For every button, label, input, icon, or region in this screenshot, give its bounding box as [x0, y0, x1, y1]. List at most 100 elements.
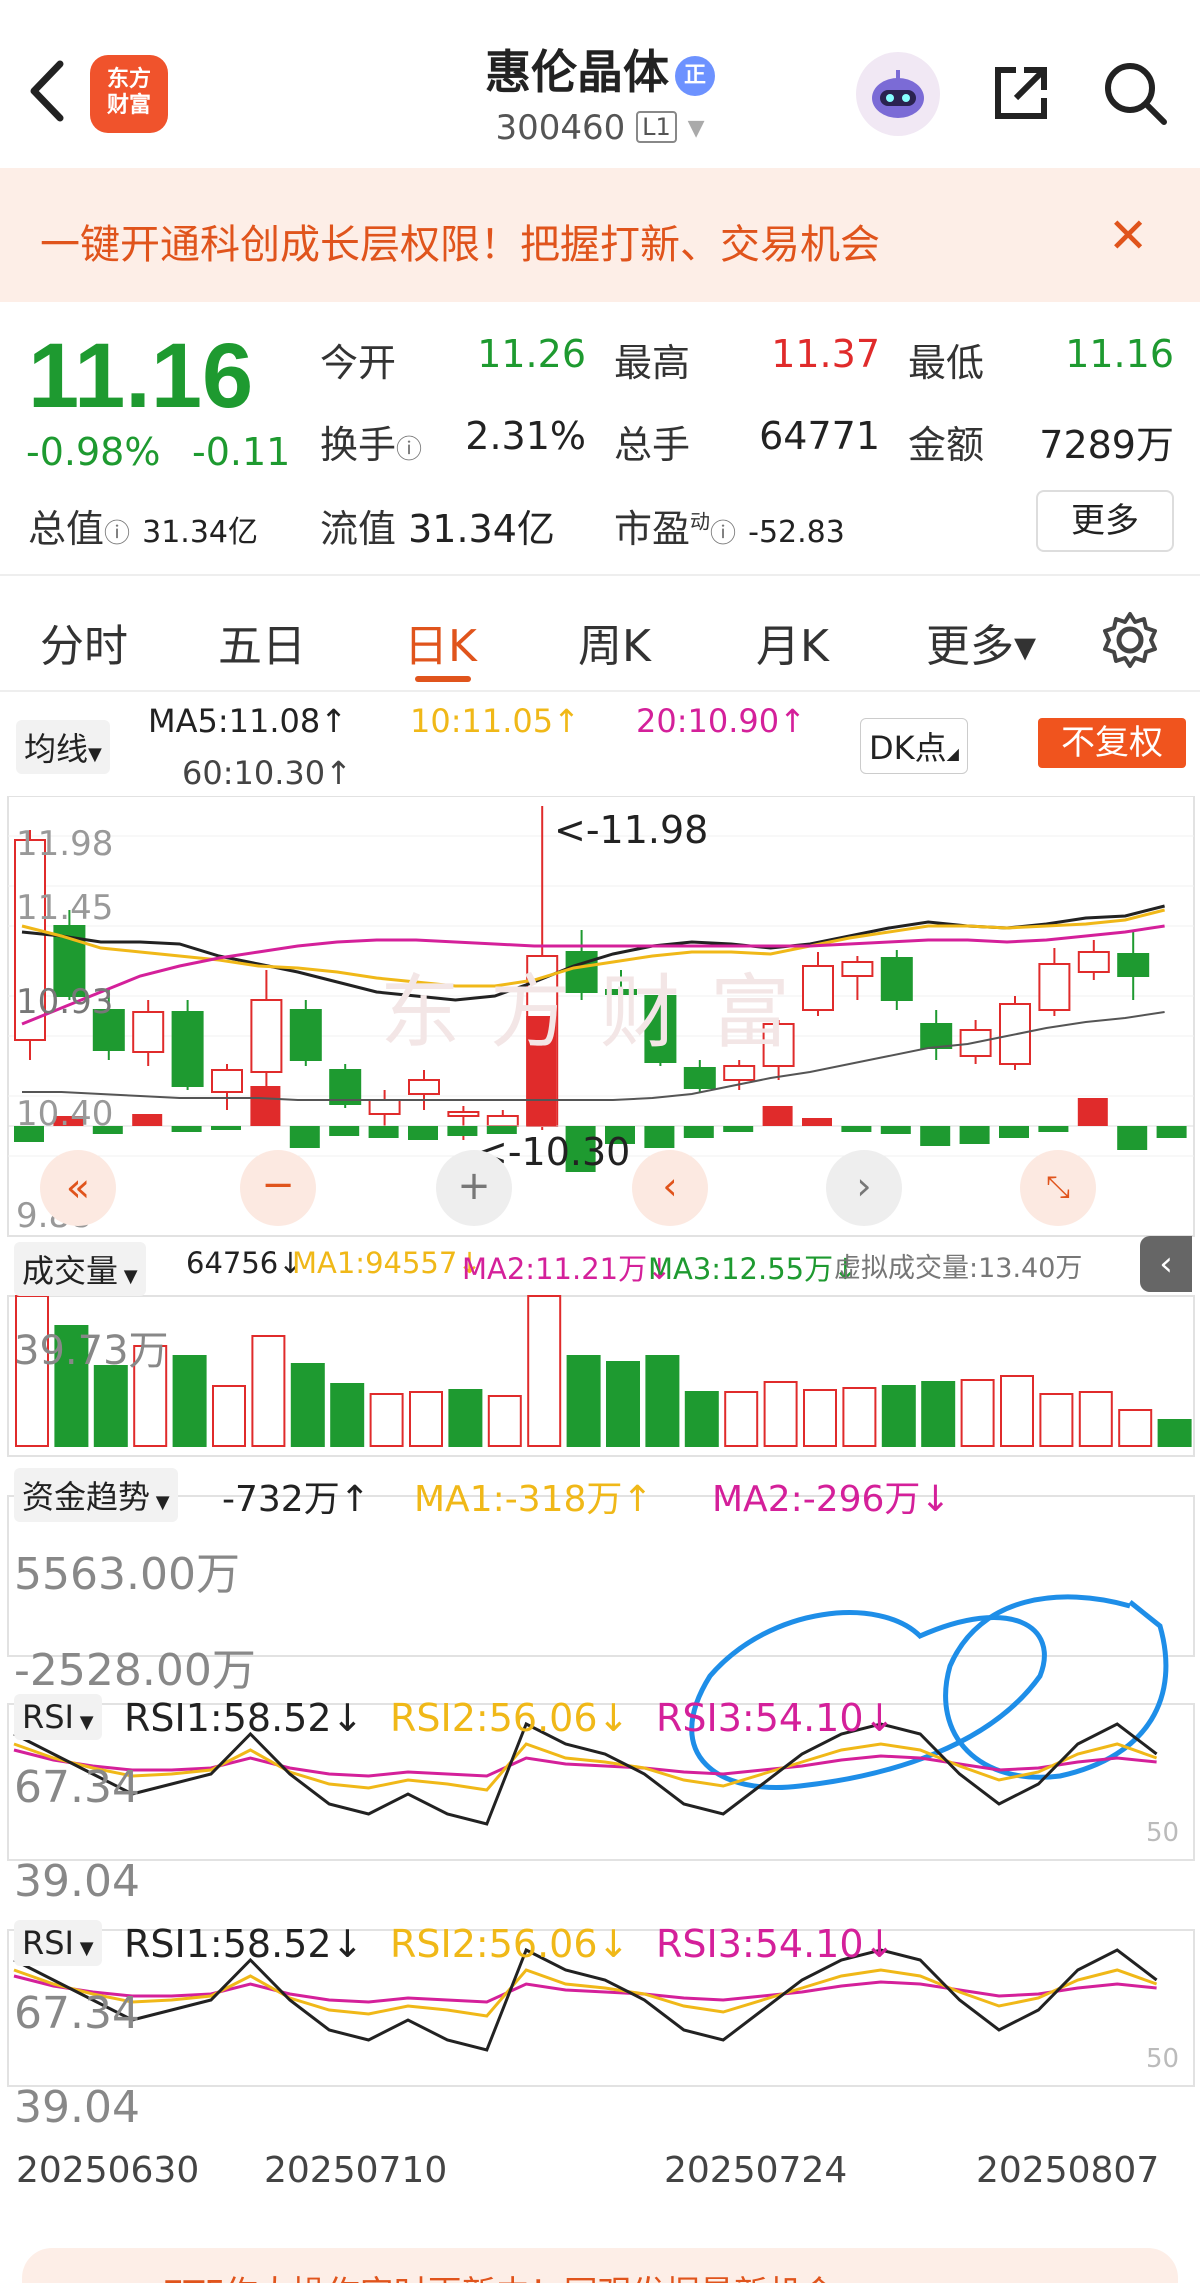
- dropdown-arrow-icon: ▼: [687, 116, 705, 141]
- price-axis-tick: 10.40: [16, 1094, 114, 1134]
- dk-point-toggle[interactable]: DK点◢: [860, 718, 968, 774]
- collapse-panel-icon[interactable]: ‹: [1140, 1236, 1192, 1292]
- volume-selector[interactable]: 成交量 ▼: [14, 1242, 146, 1296]
- volume-bar: [1157, 1419, 1192, 1447]
- scroll-left-fast-icon[interactable]: «: [40, 1150, 116, 1226]
- volume-bar: [921, 1381, 956, 1447]
- scroll-right-icon[interactable]: ›: [826, 1150, 902, 1226]
- rsi-axis-min: 39.04: [14, 1856, 140, 1907]
- volume-bar: [330, 1383, 365, 1447]
- ma-selector[interactable]: 均线▼: [16, 720, 110, 774]
- volume-bar: [527, 1295, 562, 1447]
- dropdown-arrow-icon: ▼: [73, 1938, 94, 1959]
- candle-body: [368, 1099, 401, 1115]
- zoom-out-icon[interactable]: −: [240, 1150, 316, 1226]
- price-axis-max: 11.98: [16, 824, 114, 864]
- rsi-axis-max: 67.34: [14, 1762, 140, 1813]
- fund-ma2: MA2:-296万↓: [712, 1479, 951, 1520]
- fund-bar: [762, 1106, 793, 1126]
- ai-assistant-icon[interactable]: [856, 52, 940, 136]
- pe-label: 市盈动ⓘ -52.83: [614, 498, 845, 553]
- rsi-selector-label: RSI: [22, 1924, 74, 1962]
- high-value: 11.37: [771, 332, 880, 376]
- candlesticks: [8, 806, 1194, 1447]
- tab-daily-k[interactable]: 日K: [404, 610, 477, 674]
- fund-bar: [132, 1114, 163, 1126]
- volume-bar: [212, 1385, 246, 1447]
- fund-bar: [289, 1126, 320, 1148]
- info-icon[interactable]: ⓘ: [710, 519, 736, 549]
- scroll-left-icon[interactable]: ‹: [632, 1150, 708, 1226]
- volume-bar: [290, 1363, 325, 1447]
- rsi-axis-mid: 50: [1146, 1818, 1180, 1848]
- rsi-legend-2: RSI ▼ RSI1:58.52↓ RSI2:56.06↓ RSI3:54.10…: [0, 1914, 1200, 1970]
- candle-body: [447, 1111, 480, 1117]
- rsi-selector[interactable]: RSI ▼: [14, 1694, 102, 1740]
- tab-more[interactable]: 更多▾: [926, 610, 1036, 674]
- promo-banner[interactable]: 一键开通科创成长层权限！把握打新、交易机会 ✕: [0, 168, 1200, 302]
- info-icon[interactable]: ⓘ: [396, 435, 422, 465]
- low-value: 11.16: [1065, 332, 1174, 376]
- volume-bar: [645, 1355, 680, 1447]
- zoom-in-icon[interactable]: +: [436, 1150, 512, 1226]
- gear-icon[interactable]: [1098, 608, 1162, 672]
- info-icon[interactable]: ⓘ: [104, 519, 130, 549]
- close-icon[interactable]: ✕: [1108, 212, 1148, 260]
- divider: [0, 690, 1200, 692]
- search-icon[interactable]: [1098, 56, 1172, 130]
- bottom-promo-text: ETF作大操作实时更新中！同观发掘最新机会: [162, 2266, 836, 2283]
- tab-monthly-k[interactable]: 月K: [756, 610, 829, 674]
- high-marker: <-11.98: [554, 808, 709, 852]
- fund-bar: [408, 1126, 438, 1140]
- more-button[interactable]: 更多: [1036, 490, 1174, 552]
- fund-bar: [644, 1126, 675, 1148]
- rsi-axis-mid: 50: [1146, 2044, 1180, 2074]
- share-icon[interactable]: [984, 56, 1058, 130]
- fund-bar: [841, 1126, 872, 1132]
- volume-bar: [881, 1385, 916, 1447]
- fund-bar: [920, 1126, 951, 1146]
- tab-five-day[interactable]: 五日: [218, 610, 306, 674]
- open-value: 11.26: [477, 332, 586, 376]
- fund-bar: [959, 1126, 990, 1144]
- fund-bar: [1117, 1126, 1148, 1150]
- date-label: 20250630: [16, 2150, 200, 2191]
- fund-bar: [1156, 1126, 1187, 1138]
- rsi-legend: RSI ▼ RSI1:58.52↓ RSI2:56.06↓ RSI3:54.10…: [0, 1688, 1200, 1744]
- change-percent: -0.98%: [26, 430, 161, 474]
- volume-bar: [566, 1355, 601, 1447]
- bottom-promo[interactable]: ETF作大操作实时更新中！同观发掘最新机会: [22, 2248, 1178, 2283]
- rsi1-value: RSI1:58.52↓: [124, 1696, 364, 1740]
- fullscreen-icon[interactable]: ⤡: [1020, 1150, 1096, 1226]
- candle-body: [289, 1009, 322, 1061]
- tab-weekly-k[interactable]: 周K: [578, 610, 651, 674]
- promo-text[interactable]: 一键开通科创成长层权限！把握打新、交易机会: [40, 212, 880, 270]
- fund-current: -732万↑: [222, 1479, 370, 1520]
- adjust-button[interactable]: 不复权: [1038, 718, 1186, 768]
- volume-bar: [842, 1387, 877, 1447]
- fund-selector[interactable]: 资金趋势 ▼: [14, 1468, 178, 1522]
- dropdown-arrow-icon: ▼: [150, 1492, 170, 1513]
- volume-bar: [1000, 1375, 1034, 1447]
- rsi2-value: RSI2:56.06↓: [390, 1922, 630, 1966]
- low-label: 最低: [908, 341, 985, 385]
- volume-bar: [487, 1395, 522, 1447]
- candle-body: [841, 961, 874, 977]
- fund-bar: [211, 1126, 241, 1130]
- rsi-selector[interactable]: RSI ▼: [14, 1920, 102, 1966]
- pe-value: -52.83: [748, 515, 845, 550]
- dropdown-arrow-icon: ▼: [88, 744, 102, 765]
- float-label-text: 流值: [320, 507, 397, 551]
- quote-panel: 11.16 -0.98% -0.11 今开 11.26 最高 11.37 最低 …: [0, 302, 1200, 574]
- tab-intraday[interactable]: 分时: [40, 610, 128, 674]
- candle-body: [920, 1023, 953, 1049]
- ma10-value: 10:11.05↑: [410, 702, 580, 740]
- volume-bar: [1078, 1391, 1113, 1447]
- volume-value: 64771: [759, 414, 880, 458]
- divider: [0, 574, 1200, 576]
- volume-current: 64756↓: [186, 1246, 303, 1280]
- candle-body: [132, 1011, 165, 1053]
- candle-body: [171, 1011, 204, 1087]
- date-label: 20250807: [976, 2150, 1160, 2191]
- candle-body: [211, 1069, 243, 1093]
